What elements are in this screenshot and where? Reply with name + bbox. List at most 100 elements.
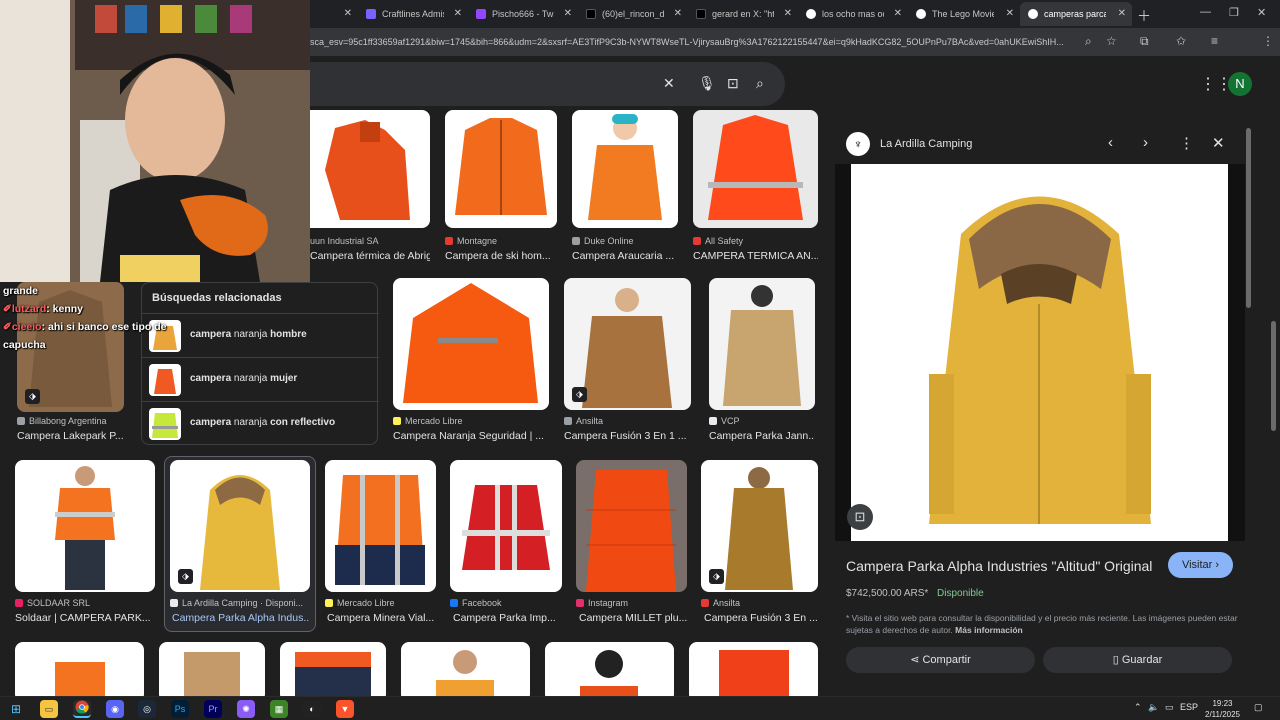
result-image[interactable] — [280, 642, 386, 696]
minecraft-icon[interactable]: ▦ — [270, 700, 288, 718]
new-tab-button[interactable]: ＋ — [1137, 6, 1151, 26]
panel-site-name[interactable]: La Ardilla Camping — [880, 138, 972, 150]
window-close-icon[interactable]: ✕ — [1257, 6, 1266, 19]
more-options-icon[interactable]: ⋮ — [1179, 134, 1194, 152]
result-image[interactable]: ⬗ — [564, 278, 691, 410]
preview-image[interactable] — [851, 164, 1228, 541]
more-info-link[interactable]: Más información — [955, 625, 1023, 635]
close-panel-icon[interactable]: ✕ — [1212, 134, 1225, 152]
share-button[interactable]: ⋖ Compartir — [846, 647, 1035, 673]
minimize-icon[interactable]: — — [1200, 6, 1211, 18]
favorites-icon[interactable]: ✩ — [1176, 34, 1186, 48]
steam-icon[interactable]: ◎ — [138, 700, 156, 718]
result-title[interactable]: Campera Lakepark P... — [17, 430, 137, 442]
close-icon[interactable]: ✕ — [1006, 8, 1014, 19]
result-image[interactable] — [401, 642, 530, 696]
result-image[interactable]: ⬗ — [170, 460, 310, 592]
result-title[interactable]: Campera Parka Alpha Indus... — [172, 612, 310, 624]
result-image[interactable] — [689, 642, 818, 696]
tab-6[interactable]: The Lego Movie - ✕ — [908, 2, 1020, 26]
related-search-item[interactable]: campera naranja hombre — [142, 313, 379, 357]
brave-icon[interactable]: ▼ — [336, 700, 354, 718]
result-title[interactable]: Campera Fusión 3 En 1 ... — [564, 430, 691, 442]
result-title[interactable]: Campera Parka Imp... — [453, 612, 565, 624]
zoom-icon[interactable]: ⌕ — [1085, 34, 1092, 49]
premiere-icon[interactable]: Pr — [204, 700, 222, 718]
visit-button[interactable]: Visitar › — [1168, 552, 1233, 578]
result-image[interactable] — [572, 110, 678, 228]
photoshop-icon[interactable]: Ps — [171, 700, 189, 718]
language-indicator[interactable]: ESP — [1180, 702, 1198, 712]
lens-icon[interactable]: ⊡ — [727, 75, 739, 92]
next-arrow-icon[interactable]: › — [1143, 134, 1148, 151]
bookmark-star-icon[interactable]: ☆ — [1106, 34, 1117, 48]
result-title[interactable]: Campera MILLET plu... — [579, 612, 690, 624]
result-image[interactable] — [393, 278, 549, 410]
result-title[interactable]: Campera Minera Vial... — [327, 612, 438, 624]
result-image[interactable] — [159, 642, 265, 696]
related-search-item[interactable]: campera naranja mujer — [142, 357, 379, 401]
notifications-icon[interactable]: ▢ — [1254, 702, 1263, 713]
page-scrollbar[interactable] — [1271, 321, 1276, 431]
panel-scrollbar[interactable] — [1246, 128, 1251, 308]
app-icon[interactable]: ✺ — [237, 700, 255, 718]
close-icon[interactable]: ✕ — [1118, 8, 1126, 19]
tab-5[interactable]: los ocho mas odi ✕ — [798, 2, 908, 26]
result-image[interactable] — [325, 460, 436, 592]
close-icon[interactable]: ✕ — [894, 8, 902, 19]
site-icon — [393, 417, 401, 425]
save-button[interactable]: ▯ Guardar — [1043, 647, 1232, 673]
panel-title[interactable]: Campera Parka Alpha Industries "Altitud"… — [846, 558, 1152, 574]
tab-4[interactable]: gerard en X: "http ✕ — [688, 2, 798, 26]
result-title[interactable]: Campera Naranja Seguridad | ... — [393, 430, 549, 442]
windows-start-icon[interactable]: ⊞ — [7, 700, 25, 718]
result-image[interactable] — [15, 642, 144, 696]
result-title[interactable]: Soldaar | CAMPERA PARK... — [15, 612, 155, 624]
media-icon[interactable]: ≡ — [1211, 34, 1218, 48]
result-image[interactable]: ⬗ — [701, 460, 818, 592]
google-account-avatar[interactable]: N — [1228, 72, 1252, 96]
tab-2[interactable]: Pischo666 - Twitc ✕ — [468, 2, 578, 26]
close-icon[interactable]: ✕ — [674, 8, 682, 19]
close-icon[interactable]: ✕ — [344, 8, 352, 19]
result-image[interactable] — [545, 642, 674, 696]
search-icon[interactable]: ⌕ — [756, 75, 764, 92]
discord-icon[interactable]: ◉ — [106, 700, 124, 718]
result-image[interactable] — [709, 278, 815, 410]
close-icon[interactable]: ✕ — [454, 8, 462, 19]
network-icon[interactable]: ▭ — [1165, 702, 1174, 713]
tray-chevron-icon[interactable]: ⌃ — [1134, 702, 1142, 713]
result-title[interactable]: CAMPERA TERMICA AN... — [693, 250, 818, 262]
result-title[interactable]: Campera Fusión 3 En ... — [704, 612, 821, 624]
result-title[interactable]: Campera Parka Jann... — [709, 430, 815, 442]
lens-search-icon[interactable]: ⊡ — [847, 504, 873, 530]
tab-1-title: Craftlines Admis — [382, 9, 444, 19]
restore-icon[interactable]: ❐ — [1229, 6, 1239, 19]
tab-7-active[interactable]: camperas parca n ✕ — [1020, 2, 1132, 26]
tab-3[interactable]: (60)el_rincon_de_ ✕ — [578, 2, 688, 26]
menu-kebab-icon[interactable]: ⋮ — [1262, 34, 1274, 48]
related-search-item[interactable]: campera naranja con reflectivo — [142, 401, 379, 445]
result-image[interactable] — [445, 110, 557, 228]
result-image[interactable] — [576, 460, 687, 592]
close-icon[interactable]: ✕ — [784, 8, 792, 19]
result-title[interactable]: Campera de ski hom... — [445, 250, 557, 262]
result-image[interactable] — [450, 460, 562, 592]
tab-1[interactable]: Craftlines Admis ✕ — [358, 2, 468, 26]
result-title[interactable]: Campera Araucaria ... — [572, 250, 678, 262]
taskbar-clock[interactable]: 19:23 2/11/2025 — [1205, 698, 1240, 720]
result-title[interactable]: Campera térmica de Abrigo Tel... — [310, 250, 430, 262]
prev-arrow-icon[interactable]: ‹ — [1108, 134, 1113, 151]
file-explorer-icon[interactable]: ▭ — [40, 700, 58, 718]
close-icon[interactable]: ✕ — [564, 8, 572, 19]
result-image[interactable] — [693, 110, 818, 228]
volume-icon[interactable]: 🔈 — [1148, 702, 1159, 713]
url-text[interactable]: sca_esv=95c1ff33659af1291&biw=1745&bih=8… — [310, 37, 1064, 47]
chrome-icon[interactable] — [73, 700, 91, 718]
extensions-icon[interactable]: ⧉ — [1140, 34, 1149, 49]
result-image[interactable] — [15, 460, 155, 592]
clear-icon[interactable]: ✕ — [663, 75, 675, 92]
result-image[interactable] — [310, 110, 430, 228]
obs-icon[interactable]: ◐ — [303, 700, 321, 718]
mic-icon[interactable]: 🎙 — [698, 75, 716, 92]
